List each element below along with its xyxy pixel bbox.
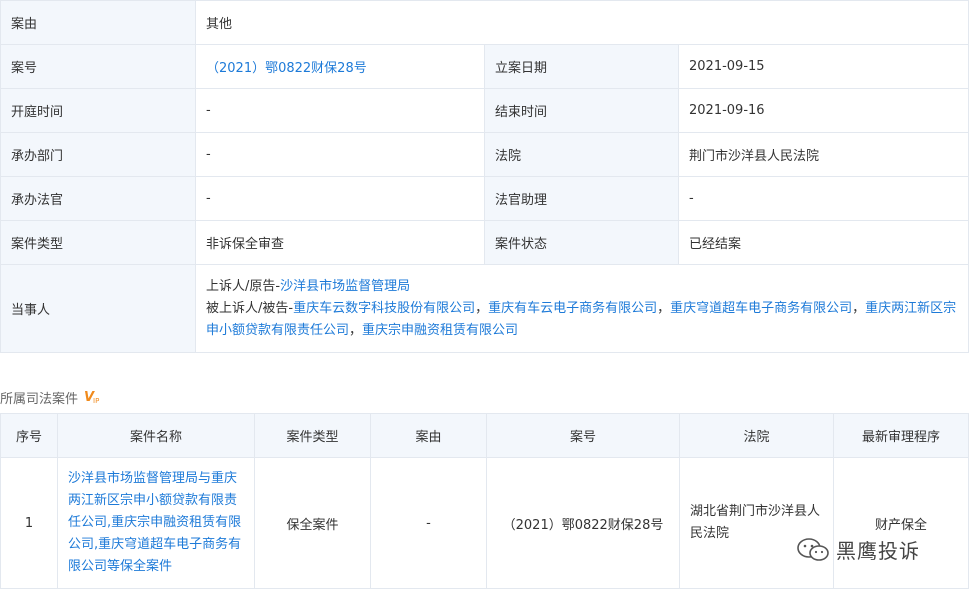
section-title: 所属司法案件 V IP — [0, 388, 102, 408]
assistant-value: - — [678, 176, 969, 221]
end-time-value: 2021-09-16 — [678, 88, 969, 133]
hearing-time-label: 开庭时间 — [0, 88, 196, 133]
end-time-label: 结束时间 — [484, 88, 679, 133]
watermark-text: 黑鹰投诉 — [836, 539, 920, 563]
department-value: - — [195, 132, 485, 177]
department-label: 承办部门 — [0, 132, 196, 177]
court-value: 荆门市沙洋县人民法院 — [678, 132, 969, 177]
section-title-text: 所属司法案件 — [0, 392, 79, 407]
info-row-party: 当事人 上诉人/原告-沙洋县市场监督管理局 被上诉人/被告-重庆车云数字科技股份… — [0, 264, 969, 353]
info-row-type: 案件类型 非诉保全审查 案件状态 已经结案 — [0, 220, 969, 265]
wechat-icon — [797, 537, 829, 561]
separator: ， — [475, 300, 489, 316]
table-row: 1 沙洋县市场监督管理局与重庆两江新区宗申小额贷款有限责任公司,重庆宗申融资租赁… — [0, 457, 969, 589]
separator: ， — [852, 300, 866, 316]
col-header-cause: 案由 — [370, 413, 487, 458]
info-row-number: 案号 （2021）鄂0822财保28号 立案日期 2021-09-15 — [0, 44, 969, 89]
vip-icon: V IP — [84, 389, 100, 405]
info-row-cause: 案由 其他 — [0, 0, 969, 45]
defendant-link[interactable]: 重庆宗申融资租赁有限公司 — [362, 323, 518, 338]
col-header-number: 案号 — [486, 413, 680, 458]
info-row-department: 承办部门 - 法院 荆门市沙洋县人民法院 — [0, 132, 969, 177]
assistant-label: 法官助理 — [484, 176, 679, 221]
separator: ， — [349, 322, 363, 338]
row-case-number: （2021）鄂0822财保28号 — [486, 457, 680, 589]
row-procedure: 财产保全 — [833, 457, 969, 589]
plaintiff-link[interactable]: 沙洋县市场监督管理局 — [280, 279, 410, 294]
col-header-court: 法院 — [679, 413, 834, 458]
hearing-time-value: - — [195, 88, 485, 133]
plaintiff-role: 上诉人/原告- — [206, 278, 281, 294]
case-name-link[interactable]: 沙洋县市场监督管理局与重庆两江新区宗申小额贷款有限责任公司,重庆宗申融资租赁有限… — [68, 471, 241, 574]
case-type-label: 案件类型 — [0, 220, 196, 265]
judge-value: - — [195, 176, 485, 221]
col-header-procedure: 最新审理程序 — [833, 413, 969, 458]
case-number-link[interactable]: （2021）鄂0822财保28号 — [206, 61, 367, 76]
separator: ， — [657, 300, 671, 316]
filing-date-value: 2021-09-15 — [678, 44, 969, 89]
col-header-index: 序号 — [0, 413, 58, 458]
case-info-table: 案由 其他 案号 （2021）鄂0822财保28号 立案日期 2021-09-1… — [0, 0, 969, 353]
case-status-value: 已经结案 — [678, 220, 969, 265]
cause-value: 其他 — [195, 0, 969, 45]
defendant-role: 被上诉人/被告- — [206, 300, 294, 316]
cause-label: 案由 — [0, 0, 196, 45]
party-value: 上诉人/原告-沙洋县市场监督管理局 被上诉人/被告-重庆车云数字科技股份有限公司… — [195, 264, 969, 353]
party-label: 当事人 — [0, 264, 196, 353]
info-row-hearing: 开庭时间 - 结束时间 2021-09-16 — [0, 88, 969, 133]
table-header-row: 序号 案件名称 案件类型 案由 案号 法院 最新审理程序 — [0, 413, 969, 458]
case-status-label: 案件状态 — [484, 220, 679, 265]
defendant-link[interactable]: 重庆穹道超车电子商务有限公司 — [670, 301, 852, 316]
col-header-name: 案件名称 — [57, 413, 255, 458]
defendant-link[interactable]: 重庆车云数字科技股份有限公司 — [293, 301, 475, 316]
row-cause: - — [370, 457, 487, 589]
defendant-link[interactable]: 重庆有车云电子商务有限公司 — [488, 301, 657, 316]
case-type-value: 非诉保全审查 — [195, 220, 485, 265]
plaintiff-line: 上诉人/原告-沙洋县市场监督管理局 — [206, 276, 958, 298]
row-court: 湖北省荆门市沙洋县人民法院 — [679, 457, 834, 589]
watermark: 黑鹰投诉 — [796, 535, 920, 564]
court-label: 法院 — [484, 132, 679, 177]
judge-label: 承办法官 — [0, 176, 196, 221]
filing-date-label: 立案日期 — [484, 44, 679, 89]
col-header-type: 案件类型 — [254, 413, 371, 458]
case-number-label: 案号 — [0, 44, 196, 89]
info-row-judge: 承办法官 - 法官助理 - — [0, 176, 969, 221]
row-index: 1 — [0, 457, 58, 589]
defendant-line: 被上诉人/被告-重庆车云数字科技股份有限公司，重庆有车云电子商务有限公司，重庆穹… — [206, 298, 958, 342]
row-case-type: 保全案件 — [254, 457, 371, 589]
